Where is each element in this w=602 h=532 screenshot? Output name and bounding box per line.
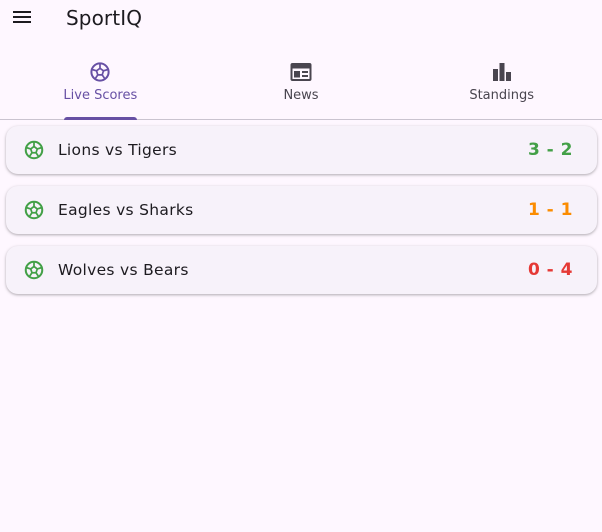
tab-live-scores[interactable]: Live Scores — [0, 48, 201, 120]
match-teams: Eagles vs Sharks — [58, 201, 194, 219]
tab-label: Standings — [469, 88, 535, 103]
match-teams: Lions vs Tigers — [58, 141, 178, 159]
bar-chart-icon — [490, 60, 514, 84]
match-score: 1 - 1 — [527, 200, 573, 220]
match-list: Lions vs Tigers 3 - 2 Eagles vs Sharks 1… — [6, 126, 597, 306]
menu-icon — [13, 11, 31, 23]
tab-news[interactable]: News — [201, 48, 402, 119]
soccer-ball-icon — [24, 140, 44, 160]
newspaper-icon — [289, 60, 313, 84]
soccer-ball-icon — [88, 60, 112, 84]
match-card[interactable]: Wolves vs Bears 0 - 4 — [6, 246, 597, 294]
tab-label: News — [283, 88, 319, 103]
match-score: 3 - 2 — [527, 140, 573, 160]
match-teams: Wolves vs Bears — [58, 261, 189, 279]
tab-bar: Live Scores News Standings — [0, 48, 602, 120]
match-card[interactable]: Lions vs Tigers 3 - 2 — [6, 126, 597, 174]
soccer-ball-icon — [24, 260, 44, 280]
app-title: SportIQ — [66, 6, 143, 30]
match-card[interactable]: Eagles vs Sharks 1 - 1 — [6, 186, 597, 234]
tab-label: Live Scores — [63, 88, 138, 103]
active-tab-indicator — [63, 117, 137, 120]
tab-standings[interactable]: Standings — [401, 48, 602, 119]
soccer-ball-icon — [24, 200, 44, 220]
app-bar: SportIQ — [0, 0, 602, 40]
menu-button[interactable] — [10, 5, 34, 29]
match-score: 0 - 4 — [527, 260, 573, 280]
